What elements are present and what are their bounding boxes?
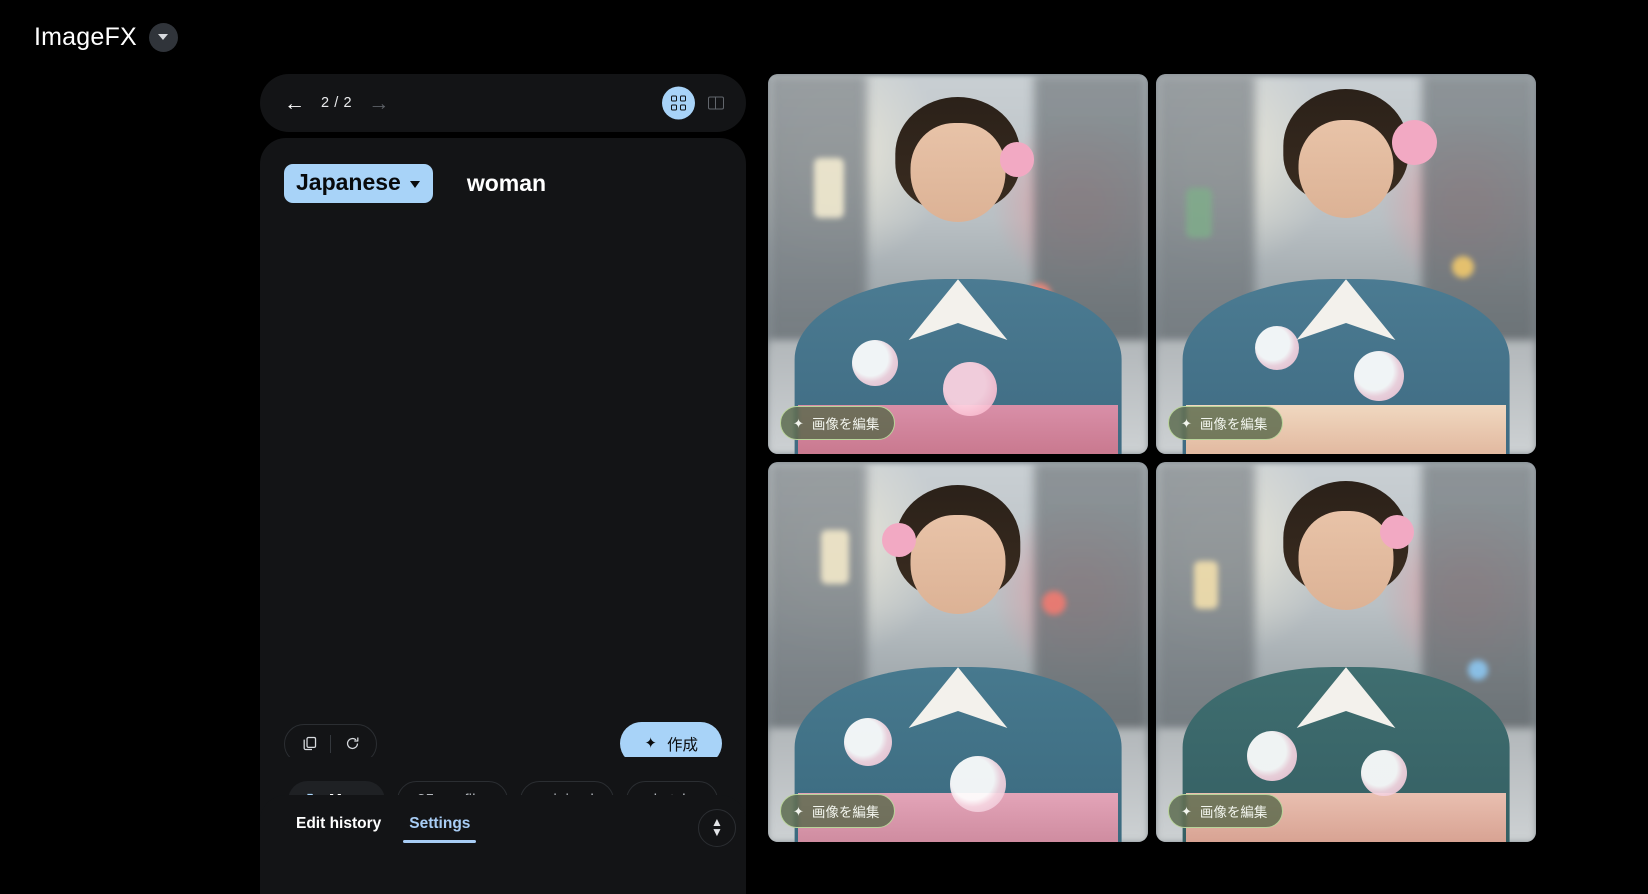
create-button-label: 作成	[666, 736, 698, 754]
generated-image	[1156, 74, 1536, 454]
edit-image-label: 画像を編集	[1199, 417, 1268, 432]
copy-icon	[303, 736, 316, 751]
split-view-button[interactable]	[699, 87, 732, 120]
app-title: ImageFX	[34, 22, 137, 51]
previous-button[interactable]: ←	[278, 89, 311, 118]
image-cell[interactable]: ✦ 画像を編集	[1156, 74, 1536, 454]
magic-wand-icon: ✦	[793, 415, 804, 431]
edit-image-label: 画像を編集	[811, 417, 880, 432]
expand-vertical-icon: ▲ ▼	[711, 815, 723, 839]
brand-menu-button[interactable]	[148, 22, 178, 52]
grid-view-button[interactable]	[662, 86, 695, 120]
tab-settings[interactable]: Settings	[395, 809, 484, 843]
prompt-text-row: Japanese woman	[284, 164, 722, 203]
refresh-icon	[346, 737, 358, 750]
edit-image-label: 画像を編集	[811, 805, 880, 820]
view-mode-toggle	[662, 86, 732, 120]
imagefx-app: ImageFX ← 2 / 2 → Japanese woman ✦ 作成 Ed…	[0, 0, 1648, 894]
magic-wand-icon: ✦	[1181, 415, 1192, 431]
tab-edit-history[interactable]: Edit history	[282, 809, 395, 843]
grid-icon	[671, 95, 686, 111]
sparkle-icon: ✦	[644, 735, 657, 752]
image-grid: ✦ 画像を編集 ✦ 画像を編集 ✦ 画像を編集 ✦ 画像を編集	[768, 74, 1536, 894]
divider	[330, 734, 331, 753]
prompt-token-japanese[interactable]: Japanese	[284, 164, 433, 203]
split-view-icon	[707, 96, 724, 110]
magic-wand-icon: ✦	[1181, 803, 1192, 819]
image-cell[interactable]: ✦ 画像を編集	[768, 74, 1148, 454]
prompt-token-label: Japanese	[296, 169, 401, 195]
image-cell[interactable]: ✦ 画像を編集	[768, 462, 1148, 842]
edit-image-label: 画像を編集	[1199, 805, 1268, 820]
history-counter: 2 / 2	[321, 95, 353, 111]
edit-image-button[interactable]: ✦ 画像を編集	[1168, 406, 1284, 440]
left-panel: ← 2 / 2 → Japanese woman ✦ 作成	[260, 74, 746, 894]
magic-wand-icon: ✦	[793, 803, 804, 819]
prompt-word: woman	[466, 170, 547, 196]
prompt-card[interactable]: Japanese woman ✦ 作成	[260, 138, 746, 783]
bottom-tabbar: Edit history Settings ▲ ▼	[260, 795, 746, 894]
chevron-down-icon	[158, 34, 169, 40]
generated-image	[768, 462, 1148, 842]
generated-image	[1156, 462, 1536, 842]
next-button[interactable]: →	[362, 89, 395, 118]
caret-down-icon	[409, 180, 420, 188]
edit-image-button[interactable]: ✦ 画像を編集	[780, 406, 896, 440]
history-navbar: ← 2 / 2 →	[260, 74, 746, 132]
image-cell[interactable]: ✦ 画像を編集	[1156, 462, 1536, 842]
edit-image-button[interactable]: ✦ 画像を編集	[1168, 794, 1284, 828]
edit-image-button[interactable]: ✦ 画像を編集	[780, 794, 896, 828]
app-header: ImageFX	[0, 0, 1648, 74]
expand-panel-button[interactable]: ▲ ▼	[698, 809, 736, 847]
generated-image	[768, 74, 1148, 454]
